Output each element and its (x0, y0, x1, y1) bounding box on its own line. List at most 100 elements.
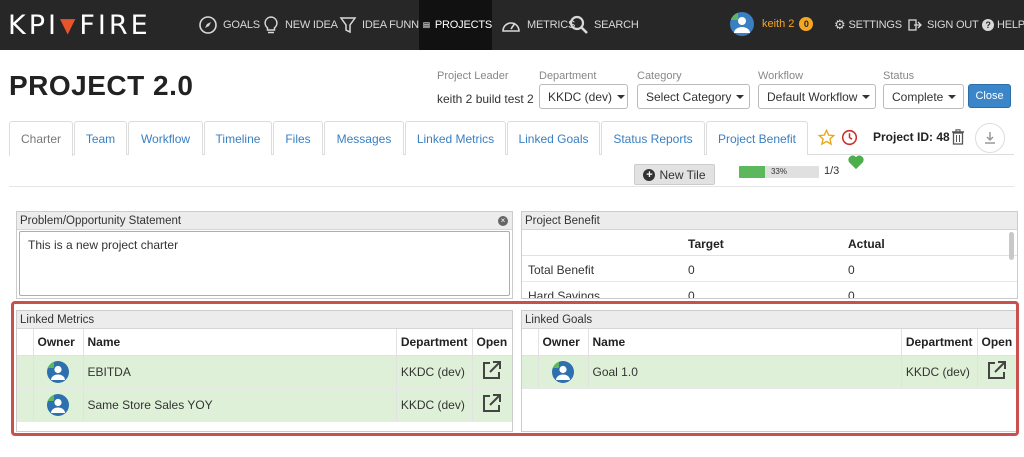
department-select[interactable]: KKDC (dev) (539, 84, 628, 109)
server-stack-icon (423, 22, 430, 29)
status-label: Status (883, 70, 915, 82)
compass-icon (199, 16, 217, 34)
table-row[interactable]: EBITDA KKDC (dev) (17, 355, 512, 389)
owner-avatar (552, 360, 574, 383)
scrollbar[interactable] (1009, 232, 1014, 260)
caret-down-icon (862, 94, 871, 99)
new-tile-button[interactable]: + New Tile (634, 164, 715, 185)
problem-statement-panel: Problem/Opportunity Statement × This is … (16, 211, 513, 299)
table-row[interactable]: Same Store Sales YOY KKDC (dev) (17, 388, 512, 422)
col-name[interactable]: Name (588, 329, 902, 356)
nav-help[interactable]: ? Help (982, 0, 1024, 50)
download-button[interactable] (975, 123, 1005, 153)
nav-goals[interactable]: Goals (198, 0, 260, 50)
linked-metrics-panel: Linked Metrics Owner Name Department Ope… (16, 310, 513, 432)
metric-name: Same Store Sales YOY (83, 388, 397, 422)
owner-avatar (47, 360, 69, 383)
nav-projects[interactable]: Projects (419, 0, 492, 50)
download-icon (985, 132, 995, 144)
table-header-row: Owner Name Department Open (17, 329, 512, 356)
close-icon[interactable]: × (498, 216, 508, 226)
progress-count: 1/3 (824, 165, 840, 177)
user-avatar (730, 12, 754, 36)
benefit-col-actual: Actual (848, 237, 885, 251)
progress-percent: 33% (770, 167, 787, 176)
sign-out-icon (908, 19, 922, 31)
metric-department: KKDC (dev) (396, 388, 473, 422)
col-open: Open (472, 329, 512, 356)
help-icon: ? (982, 19, 994, 31)
benefit-table-header: Target Actual (522, 230, 1017, 256)
tab-messages[interactable]: Messages (324, 121, 404, 155)
clock-icon[interactable] (841, 129, 858, 146)
tab-linked-metrics[interactable]: Linked Metrics (405, 121, 506, 155)
workflow-label: Workflow (758, 70, 804, 82)
search-icon (569, 15, 588, 34)
tab-status-reports[interactable]: Status Reports (601, 121, 705, 155)
plus-circle-icon: + (643, 168, 656, 181)
tab-charter[interactable]: Charter (9, 121, 73, 156)
project-leader-label: Project Leader (437, 70, 509, 82)
project-benefit-panel: Project Benefit Target Actual Total Bene… (521, 211, 1018, 299)
project-leader-value[interactable]: keith 2 build test 2 (437, 92, 534, 106)
nav-new-idea[interactable]: New Idea (262, 0, 338, 50)
table-row[interactable]: Goal 1.0 KKDC (dev) (522, 355, 1017, 389)
nav-search[interactable]: Search (569, 0, 639, 50)
nav-idea-funnel[interactable]: Idea Funnel (339, 0, 432, 50)
goal-department: KKDC (dev) (901, 355, 978, 389)
col-department[interactable]: Department (396, 329, 473, 356)
top-nav: KPI ▼ FIRE Goals New Idea Idea Funnel Proj… (0, 0, 1024, 50)
category-select[interactable]: Select Category (637, 84, 750, 109)
external-link-icon[interactable] (481, 359, 503, 381)
page-title: PROJECT 2.0 (9, 70, 194, 101)
status-select[interactable]: Complete (883, 84, 964, 109)
logo[interactable]: KPI ▼ FIRE (8, 10, 151, 41)
project-id: Project ID: 48 (873, 130, 950, 144)
trash-icon[interactable] (951, 129, 965, 145)
col-owner[interactable]: Owner (538, 329, 589, 356)
benefit-row: Hard Savings 0 0 (522, 282, 1017, 298)
metric-department: KKDC (dev) (396, 355, 473, 389)
external-link-icon[interactable] (481, 392, 503, 414)
tab-workflow[interactable]: Workflow (128, 121, 203, 155)
tab-team[interactable]: Team (74, 121, 127, 155)
caret-down-icon (736, 94, 745, 99)
external-link-icon[interactable] (986, 359, 1008, 381)
check-badge-icon (47, 393, 54, 401)
col-department[interactable]: Department (901, 329, 978, 356)
heart-icon (848, 155, 864, 170)
section-divider (9, 186, 1014, 187)
caret-down-icon (617, 94, 626, 99)
problem-statement-textarea[interactable]: This is a new project charter (19, 231, 510, 296)
nav-metrics[interactable]: Metrics (500, 0, 575, 50)
gear-icon: ⚙ (834, 17, 846, 32)
gauge-icon (502, 22, 520, 32)
panel-header: Problem/Opportunity Statement × (17, 212, 512, 230)
linked-goals-table: Owner Name Department Open Goal 1.0 KKDC… (522, 329, 1017, 389)
star-icon[interactable] (818, 129, 835, 146)
tab-files[interactable]: Files (273, 121, 323, 155)
linked-goals-panel: Linked Goals Owner Name Department Open … (521, 310, 1018, 432)
notification-badge[interactable]: 0 (799, 17, 814, 31)
tab-timeline[interactable]: Timeline (204, 121, 272, 155)
benefit-row: Total Benefit 0 0 (522, 256, 1017, 282)
close-button[interactable]: Close (968, 84, 1011, 108)
col-open: Open (977, 329, 1017, 356)
nav-settings[interactable]: ⚙ Settings (834, 0, 902, 50)
metric-name: EBITDA (83, 355, 397, 389)
category-label: Category (637, 70, 682, 82)
user-menu[interactable]: keith 2 0 (730, 12, 814, 36)
check-badge-icon (47, 360, 54, 368)
workflow-select[interactable]: Default Workflow (758, 84, 876, 109)
panel-header: Linked Goals (522, 311, 1017, 329)
col-name[interactable]: Name (83, 329, 397, 356)
lightbulb-icon (264, 16, 278, 34)
tab-linked-goals[interactable]: Linked Goals (507, 121, 600, 155)
nav-sign-out[interactable]: Sign Out (908, 0, 979, 50)
panel-header: Linked Metrics (17, 311, 512, 329)
tab-project-benefit[interactable]: Project Benefit (706, 121, 808, 155)
linked-metrics-table: Owner Name Department Open EBITDA KKDC (… (17, 329, 512, 422)
col-owner[interactable]: Owner (33, 329, 84, 356)
check-badge-icon (552, 360, 559, 368)
funnel-icon (339, 17, 357, 34)
